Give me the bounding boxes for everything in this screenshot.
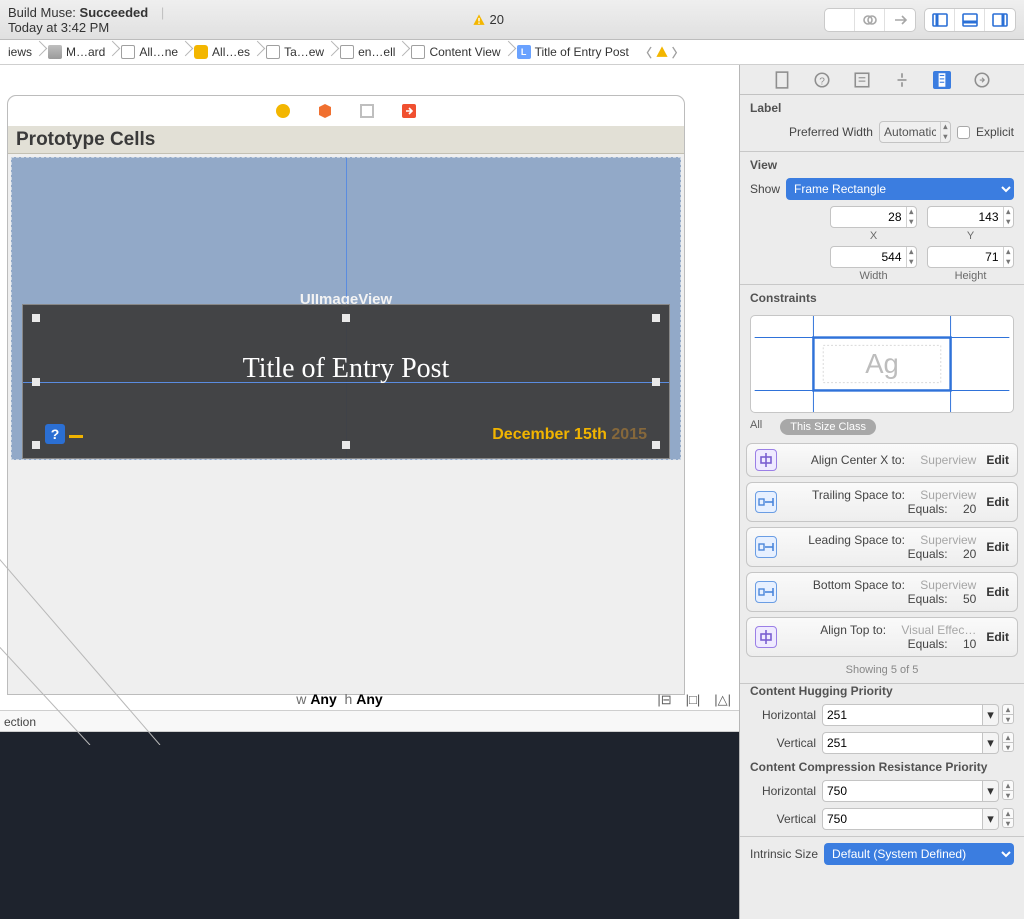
intrinsic-select[interactable]: Default (System Defined): [824, 843, 1014, 865]
preferred-width-label: Preferred Width: [789, 125, 873, 139]
constraint-edit-button[interactable]: Edit: [986, 630, 1009, 644]
breadcrumb[interactable]: Content View: [403, 40, 508, 64]
quick-help-icon[interactable]: ?: [813, 71, 831, 89]
assistant-editor-icon[interactable]: [855, 9, 885, 31]
file-inspector-icon[interactable]: [773, 71, 791, 89]
debug-console[interactable]: [0, 732, 739, 919]
prototype-cells-header: Prototype Cells: [8, 126, 684, 154]
storyboard-scene[interactable]: Prototype Cells UIImageView Titl: [7, 95, 685, 695]
explicit-checkbox[interactable]: [957, 126, 970, 139]
selected-label-overlay[interactable]: Title of Entry Post ? December 15th 2015: [22, 304, 670, 459]
editor-mode-group: [824, 8, 916, 32]
warning-count[interactable]: 20: [472, 12, 504, 27]
constraint-item[interactable]: Trailing Space to: Superview Equals: 20 …: [746, 482, 1018, 522]
panel-toggle-group: [924, 8, 1016, 32]
view-section-title: View: [750, 158, 1014, 172]
table-cell[interactable]: UIImageView Title of Entry Post ?: [8, 157, 684, 460]
issues-header[interactable]: ection: [0, 710, 739, 732]
breadcrumb[interactable]: iews: [0, 40, 40, 64]
warning-icon[interactable]: [655, 45, 669, 59]
build-status: Build Muse: Succeeded | Today at 3:42 PM: [8, 5, 192, 35]
x-field[interactable]: ▴▾: [830, 206, 917, 228]
constraint-item[interactable]: Bottom Space to: Superview Equals: 50 Ed…: [746, 572, 1018, 612]
breadcrumb[interactable]: All…es: [186, 40, 258, 64]
svg-text:Ag: Ag: [865, 348, 899, 379]
constraint-edit-button[interactable]: Edit: [986, 540, 1009, 554]
help-icon[interactable]: ?: [45, 424, 65, 444]
align-icon[interactable]: |⊟: [657, 692, 671, 708]
layout-tools: |⊟ |□| |△|: [657, 692, 731, 708]
hug-horizontal-field[interactable]: ▾▴▾: [822, 704, 1014, 726]
breadcrumb[interactable]: All…ne: [113, 40, 186, 64]
size-inspector-icon[interactable]: [933, 71, 951, 89]
constraint-item[interactable]: Align Center X to: Superview Edit: [746, 443, 1018, 477]
jump-bar: iews M…ard All…ne All…es Ta…ew en…ell Co…: [0, 40, 1024, 65]
standard-editor-icon[interactable]: [825, 9, 855, 31]
hugging-title: Content Hugging Priority: [750, 684, 1014, 698]
attributes-inspector-icon[interactable]: [893, 71, 911, 89]
inspector-panel: ? Label Preferred Width ▴▾ Explicit View…: [739, 65, 1024, 919]
constraint-item[interactable]: Align Top to: Visual Effec… Equals: 10 E…: [746, 617, 1018, 657]
title-label: Title of Entry Post: [23, 353, 669, 385]
bottom-panel-icon[interactable]: [955, 9, 985, 31]
exit-icon[interactable]: [358, 102, 376, 120]
intrinsic-label: Intrinsic Size: [750, 847, 818, 861]
constraint-preview[interactable]: Ag: [750, 315, 1014, 413]
constraint-item[interactable]: Leading Space to: Superview Equals: 20 E…: [746, 527, 1018, 567]
svg-text:?: ?: [819, 76, 825, 87]
show-select[interactable]: Frame Rectangle: [786, 178, 1014, 200]
nav-back-icon[interactable]: 〈: [637, 44, 655, 61]
version-editor-icon[interactable]: [885, 9, 915, 31]
constraint-edit-button[interactable]: Edit: [986, 453, 1009, 467]
breadcrumb[interactable]: LTitle of Entry Post: [509, 40, 637, 64]
resolve-icon[interactable]: |△|: [714, 692, 731, 708]
compression-title: Content Compression Resistance Priority: [750, 760, 1014, 774]
canvas-area: Prototype Cells UIImageView Titl: [0, 65, 739, 919]
identity-inspector-icon[interactable]: [853, 71, 871, 89]
constraint-list: Align Center X to: Superview Edit Traili…: [740, 443, 1024, 657]
constraints-count: Showing 5 of 5: [740, 664, 1024, 676]
constraint-icon: [755, 581, 777, 603]
width-field[interactable]: ▴▾: [830, 246, 917, 268]
breadcrumb[interactable]: en…ell: [332, 40, 403, 64]
constraints-tab-sizeclass[interactable]: This Size Class: [780, 419, 876, 435]
constraint-icon: [755, 449, 777, 471]
document-bar: [8, 96, 684, 126]
label-section-title: Label: [750, 101, 1014, 115]
show-label: Show: [750, 182, 780, 196]
constraint-icon: [755, 626, 777, 648]
constraint-icon: [755, 491, 777, 513]
connections-inspector-icon[interactable]: [973, 71, 991, 89]
comp-horizontal-field[interactable]: ▾▴▾: [822, 780, 1014, 802]
comp-vertical-field[interactable]: ▾▴▾: [822, 808, 1014, 830]
constraints-tab-all[interactable]: All: [750, 419, 762, 435]
inspector-tab-bar: ?: [740, 65, 1024, 95]
breadcrumb[interactable]: M…ard: [40, 40, 113, 64]
constraint-edit-button[interactable]: Edit: [986, 495, 1009, 509]
toolbar: Build Muse: Succeeded | Today at 3:42 PM…: [0, 0, 1024, 40]
explicit-label: Explicit: [976, 125, 1014, 139]
constraint-icon: [755, 536, 777, 558]
pin-icon[interactable]: |□|: [686, 692, 701, 708]
right-panel-icon[interactable]: [985, 9, 1015, 31]
date-label: December 15th 2015: [492, 426, 647, 444]
hug-vertical-field[interactable]: ▾▴▾: [822, 732, 1014, 754]
nav-forward-icon[interactable]: 〉: [669, 44, 687, 61]
left-panel-icon[interactable]: [925, 9, 955, 31]
constraint-edit-button[interactable]: Edit: [986, 585, 1009, 599]
first-responder-icon[interactable]: [316, 102, 334, 120]
constraints-section-title: Constraints: [750, 291, 1014, 305]
size-class-bar[interactable]: w Any h Any: [0, 691, 679, 707]
breadcrumb[interactable]: Ta…ew: [258, 40, 332, 64]
y-field[interactable]: ▴▾: [927, 206, 1014, 228]
scene-icon[interactable]: [274, 102, 292, 120]
preferred-width-field: ▴▾: [879, 121, 951, 143]
segue-icon[interactable]: [400, 102, 418, 120]
height-field[interactable]: ▴▾: [927, 246, 1014, 268]
warning-marker: [69, 435, 83, 438]
uiimageview[interactable]: UIImageView Title of Entry Post ?: [11, 157, 681, 460]
